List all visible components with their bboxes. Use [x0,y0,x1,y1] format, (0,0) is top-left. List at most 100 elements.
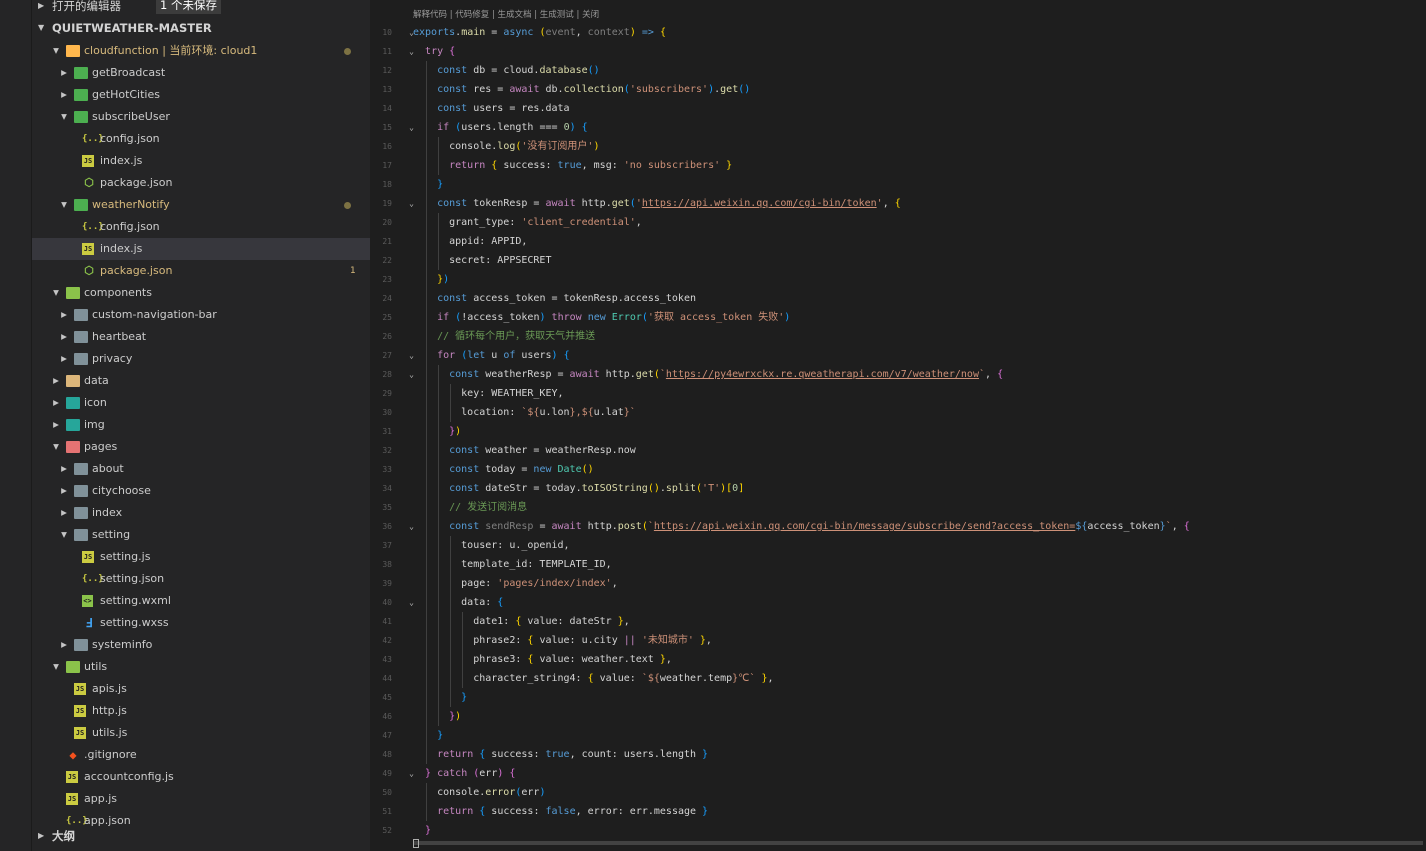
chevron-right-icon[interactable]: ▶ [58,304,70,326]
chevron-right-icon[interactable]: ▶ [58,458,70,480]
line-number-text: 10 [382,28,392,37]
chevron-down-icon[interactable]: ▼ [50,656,62,678]
tree-item[interactable]: ▶ citychoose [32,480,370,502]
chevron-right-icon[interactable]: ▶ [50,392,62,414]
tree-item[interactable]: ⬡ package.json [32,172,370,194]
code-token: const [449,445,480,456]
folder-icon [74,111,88,123]
chevron-down-icon[interactable]: ▼ [50,436,62,458]
chevron-right-icon[interactable]: ▶ [58,502,70,524]
tree-item[interactable]: JS index.js [32,238,370,260]
code-line: for (let u of users) { [413,346,1423,365]
tree-item[interactable]: ▶ getHotCities [32,84,370,106]
tree-item-label: setting [92,528,131,541]
chevron-right-icon[interactable]: ▶ [58,634,70,656]
code-token[interactable]: https://api.weixin.qq.com/cgi-bin/messag… [654,521,1075,532]
chevron-down-icon[interactable]: ▼ [50,40,62,62]
code-line: // 循环每个用户，获取天气并推送 [413,327,1423,346]
code-token: = [485,27,504,38]
line-number: 39 [370,574,410,593]
tree-item[interactable]: ▶ heartbeat [32,326,370,348]
code-editor[interactable]: 解释代码 | 代码修复 | 生成文档 | 生成测试 | 关闭 10 ⌄ 11 ⌄ 12 1… [370,0,1426,851]
tree-item[interactable]: ⬡ package.json 1 [32,260,370,282]
code-token[interactable]: https://api.weixin.qq.com/cgi-bin/token [642,198,877,209]
chevron-right-icon[interactable]: ▶ [50,414,62,436]
indent-guide [450,555,452,574]
chevron-right-icon[interactable]: ▶ [58,326,70,348]
tree-item[interactable]: ◆ .gitignore [32,744,370,766]
indent-guide [450,593,452,612]
tree-item[interactable]: ▶ privacy [32,348,370,370]
code-token: collection [563,84,624,95]
tree-item[interactable]: ▼ pages [32,436,370,458]
tree-item[interactable]: JS setting.js [32,546,370,568]
workspace-section[interactable]: ▼ QUIETWEATHER-MASTER [32,18,370,38]
code-token: today = [479,464,534,475]
code-token: { [581,122,588,133]
indent-guide [426,365,428,384]
folder-icon [74,485,88,497]
tree-item[interactable]: ▼ components [32,282,370,304]
tree-item[interactable]: JS apis.js [32,678,370,700]
code-token[interactable]: https://py4ewrxckx.re.qweatherapi.com/v7… [666,369,979,380]
tree-item[interactable]: ▼ setting [32,524,370,546]
tree-item[interactable]: ▶ custom-navigation-bar [32,304,370,326]
tree-item[interactable]: Ⅎsetting.wxss [32,612,370,634]
chevron-down-icon[interactable]: ▼ [50,282,62,304]
tree-item[interactable]: JS index.js [32,150,370,172]
indent-guide [438,213,440,232]
code-line: date1: { value: dateStr }, [413,612,1423,631]
code-token: err [479,768,498,779]
code-token: res = [467,84,510,95]
folder-icon [74,89,88,101]
code-token: // 发送订阅消息 [449,502,528,513]
chevron-down-icon[interactable]: ▼ [58,194,70,216]
chevron-right-icon[interactable]: ▶ [58,480,70,502]
chevron-right-icon[interactable]: ▶ [58,84,70,106]
chevron-down-icon[interactable]: ▼ [58,524,70,546]
tree-item[interactable]: JS utils.js [32,722,370,744]
tree-item[interactable]: ▼ subscribeUser [32,106,370,128]
tree-item[interactable]: ▶ icon [32,392,370,414]
tree-item[interactable]: ▶ getBroadcast [32,62,370,84]
indent-guide [450,612,452,631]
code-token: , [1171,521,1184,532]
indent-guide [426,460,428,479]
tree-item[interactable]: ▼ weatherNotify [32,194,370,216]
tree-item[interactable]: {..} setting.json [32,568,370,590]
outline-section[interactable]: ▶ 大纲 [32,826,370,846]
line-number-text: 51 [382,807,392,816]
tree-item[interactable]: {..} config.json [32,128,370,150]
tree-item[interactable]: {..} config.json [32,216,370,238]
tree-item[interactable]: ▶ img [32,414,370,436]
tree-item[interactable]: JS accountconfig.js [32,766,370,788]
open-editors-section[interactable]: ▶ 打开的编辑器 1 个未保存 [32,0,370,16]
tree-item[interactable]: JS http.js [32,700,370,722]
folder-icon [74,463,88,475]
tree-item[interactable]: ▼ utils [32,656,370,678]
tree-item[interactable]: ▶ data [32,370,370,392]
code-line: } [413,821,1423,840]
code-area[interactable]: exports.main = async (event, context) =>… [413,23,1423,840]
horizontal-scrollbar[interactable] [413,841,1423,845]
tree-item[interactable]: ▶ systeminfo [32,634,370,656]
code-line: key: WEATHER_KEY, [413,384,1423,403]
code-token: { [894,198,901,209]
tree-item[interactable]: <> setting.wxml [32,590,370,612]
tree-item[interactable]: ▶ about [32,458,370,480]
code-token: value: weather.text [533,654,660,665]
chevron-right-icon[interactable]: ▶ [50,370,62,392]
chevron-down-icon[interactable]: ▼ [58,106,70,128]
code-line: }) [413,422,1423,441]
tree-item[interactable]: ▶ index [32,502,370,524]
chevron-right-icon[interactable]: ▶ [58,62,70,84]
tree-item[interactable]: JS app.js [32,788,370,810]
chevron-right-icon[interactable]: ▶ [58,348,70,370]
code-token: return [437,749,474,760]
indent-guide [426,61,428,80]
codelens-actions[interactable]: 解释代码 | 代码修复 | 生成文档 | 生成测试 | 关闭 [413,8,599,20]
tree-item[interactable]: ▼ cloudfunction | 当前环境: cloud1 [32,40,370,62]
code-line: const today = new Date() [413,460,1423,479]
line-number-text: 27 [382,351,392,360]
code-token: users = res.data [467,103,570,114]
